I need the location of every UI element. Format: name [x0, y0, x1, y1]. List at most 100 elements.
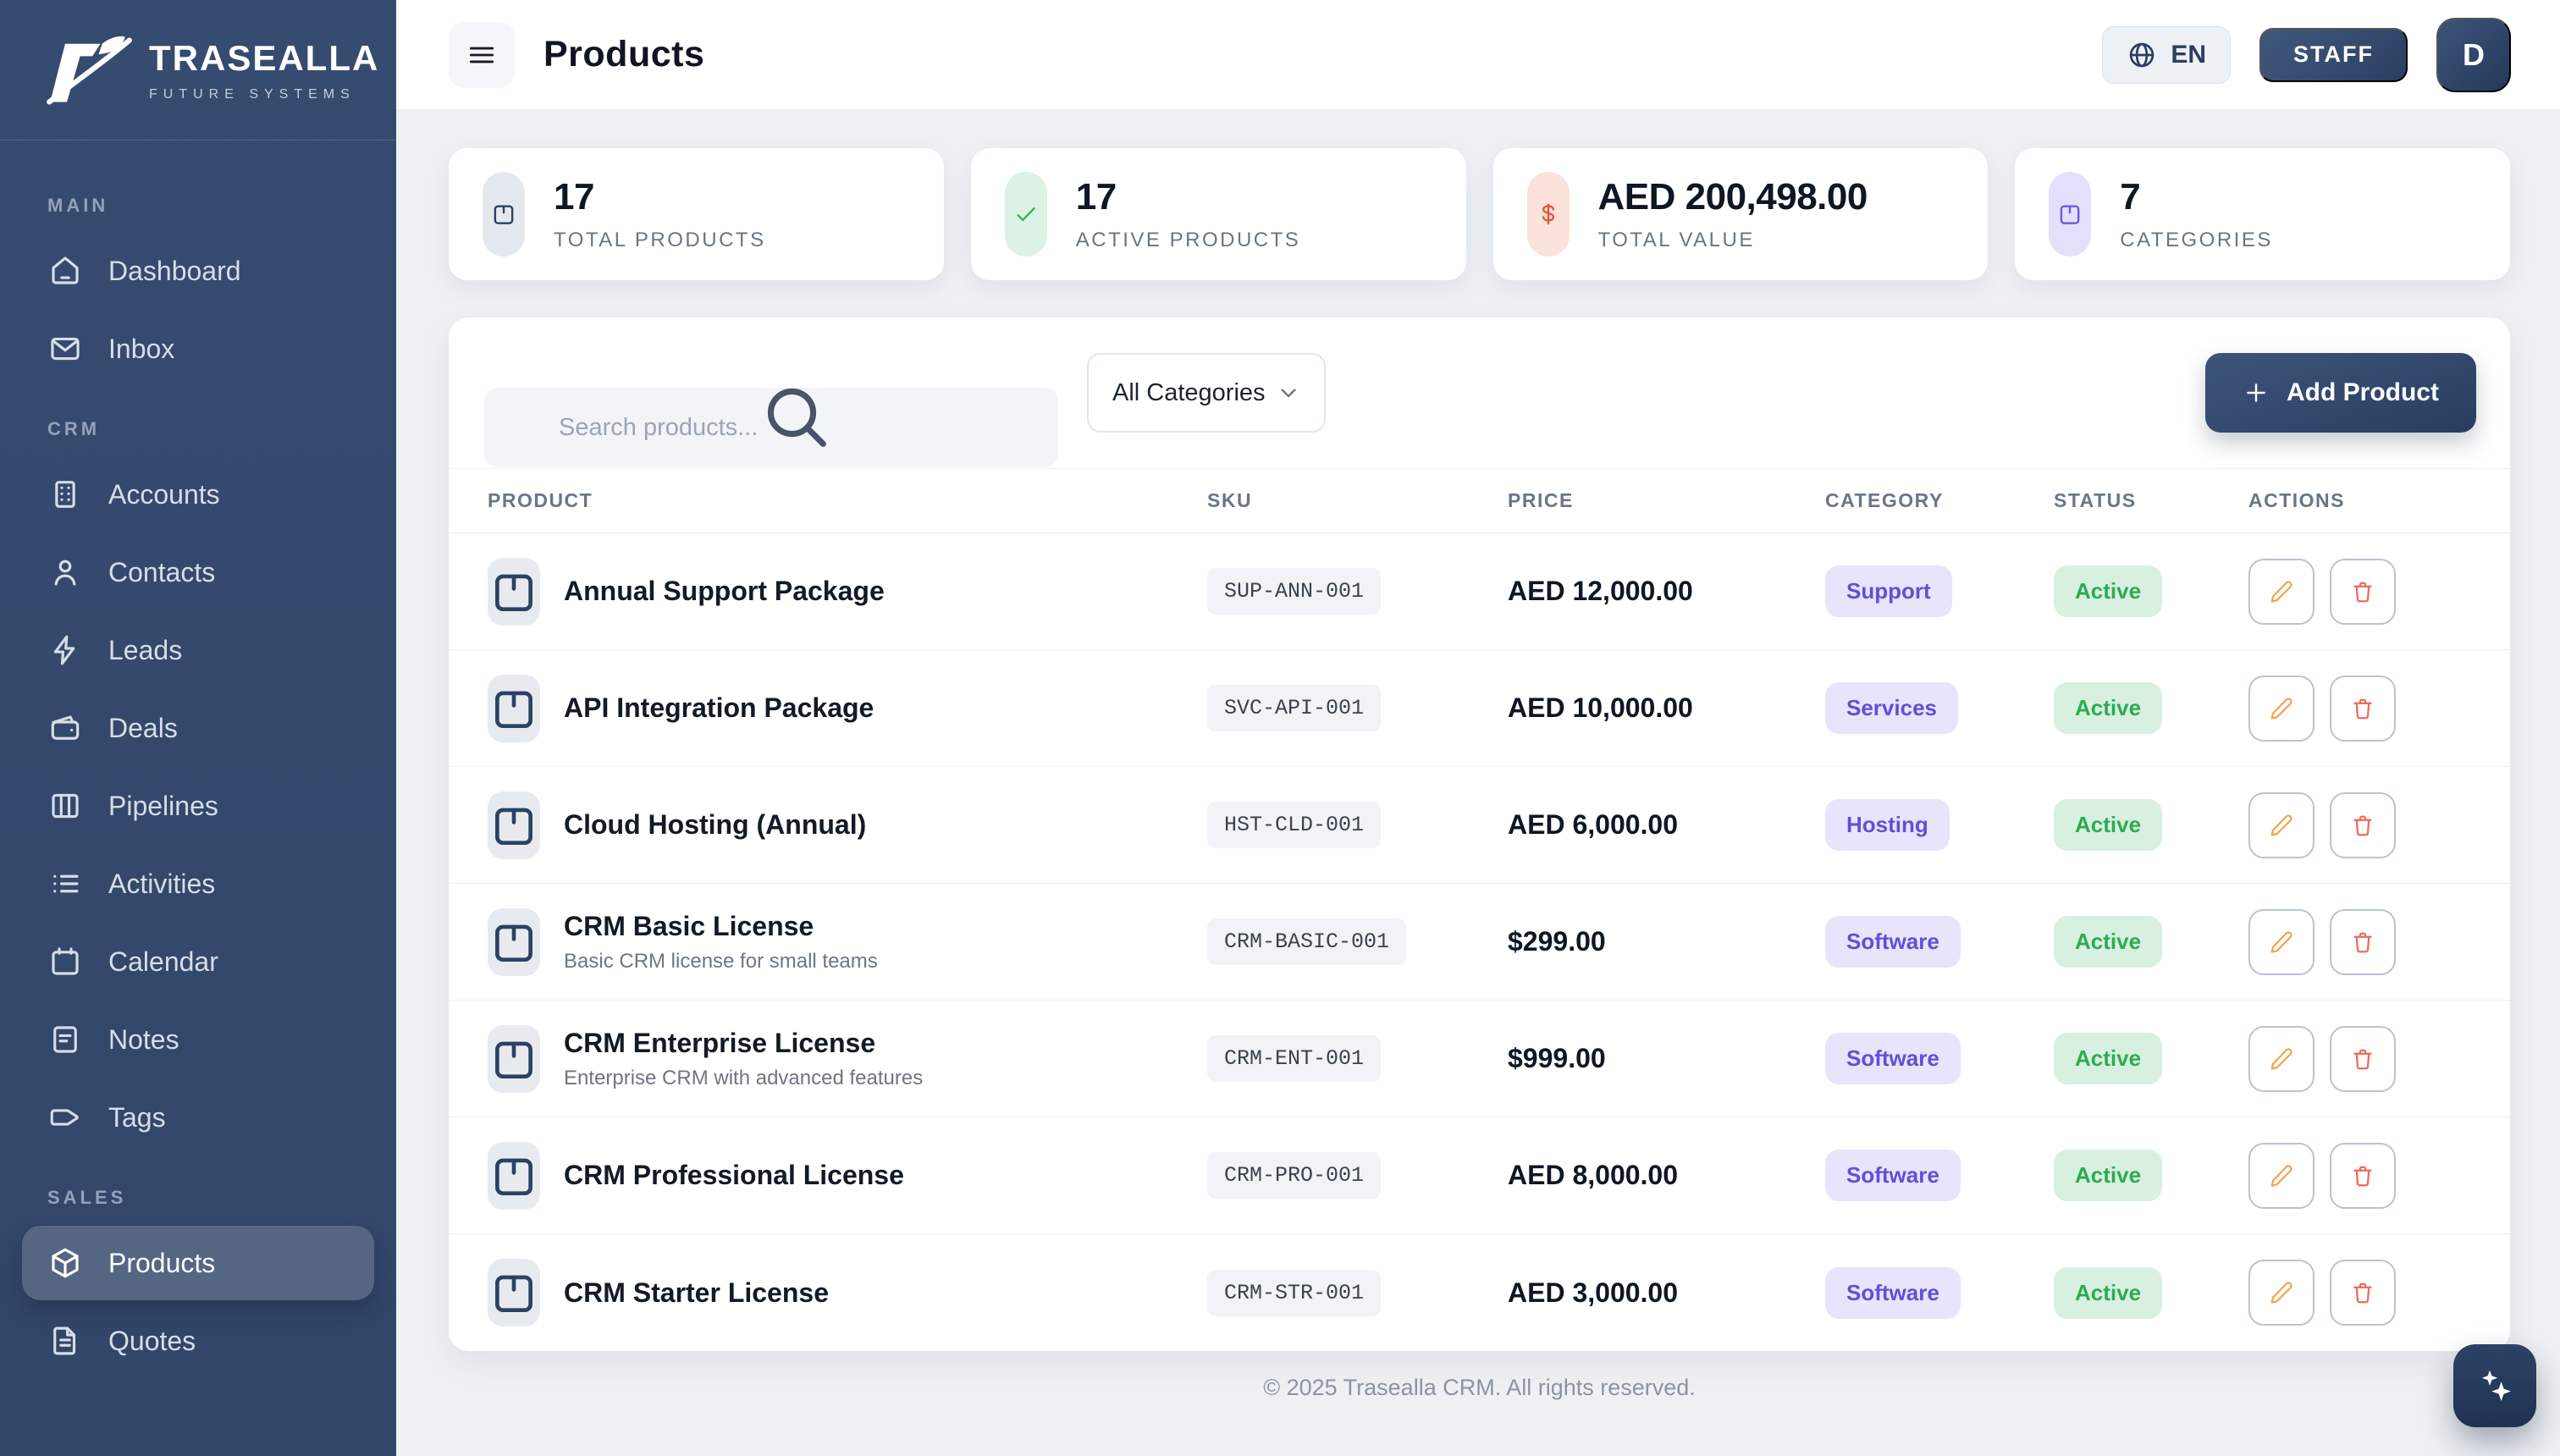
- user-icon: [47, 554, 83, 590]
- product-name: Cloud Hosting (Annual): [564, 809, 866, 841]
- package-icon: [488, 675, 540, 742]
- edit-button[interactable]: [2248, 1026, 2314, 1092]
- brand-logo: TRASEALLA FUTURE SYSTEMS: [0, 0, 396, 141]
- page-content: 17 TOTAL PRODUCTS 17 ACTIVE PRODUCTS AED…: [396, 110, 2560, 1456]
- product-name: CRM Basic License: [564, 911, 878, 942]
- stat-value: 17: [554, 176, 766, 218]
- status-badge: Active: [2054, 1150, 2162, 1201]
- sidebar-nav: MAIN Dashboard InboxCRM Accounts Contact…: [0, 141, 396, 1456]
- edit-button[interactable]: [2248, 1143, 2314, 1209]
- row-actions: [2248, 676, 2476, 742]
- product-cell: CRM Basic License Basic CRM license for …: [488, 908, 1207, 976]
- column-header-category: CATEGORY: [1825, 489, 2054, 512]
- status-badge: Active: [2054, 565, 2162, 617]
- product-price: AED 8,000.00: [1508, 1160, 1825, 1191]
- main-area: Products EN STAFF D 17 TOTAL PRODUCTS 17…: [396, 0, 2560, 1456]
- sidebar-item-pipelines[interactable]: Pipelines: [22, 769, 374, 843]
- sidebar-item-label: Calendar: [108, 946, 218, 978]
- products-panel: All Categories Add Product PRODUCTSKUPRI…: [449, 317, 2510, 1351]
- delete-button[interactable]: [2330, 559, 2396, 625]
- status-badge: Active: [2054, 916, 2162, 968]
- menu-icon: [466, 39, 498, 71]
- wallet-icon: [47, 710, 83, 746]
- category-chip: Services: [1825, 682, 1958, 734]
- sidebar-item-tags[interactable]: Tags: [22, 1080, 374, 1155]
- package-icon: [488, 1025, 540, 1093]
- category-chip: Software: [1825, 1267, 1961, 1319]
- sidebar-item-products[interactable]: Products: [22, 1226, 374, 1300]
- product-name: Annual Support Package: [564, 576, 885, 607]
- sidebar-item-notes[interactable]: Notes: [22, 1002, 374, 1077]
- edit-button[interactable]: [2248, 909, 2314, 975]
- sidebar-item-label: Activities: [108, 869, 215, 900]
- delete-button[interactable]: [2330, 1143, 2396, 1209]
- edit-button[interactable]: [2248, 792, 2314, 858]
- ai-assistant-fab[interactable]: [2453, 1344, 2536, 1427]
- delete-button[interactable]: [2330, 792, 2396, 858]
- globe-icon: [2127, 40, 2157, 70]
- stat-label: ACTIVE PRODUCTS: [1076, 229, 1301, 252]
- category-filter[interactable]: All Categories: [1087, 353, 1326, 433]
- column-header-actions: ACTIONS: [2248, 489, 2476, 512]
- language-button[interactable]: EN: [2102, 26, 2231, 84]
- sidebar-item-accounts[interactable]: Accounts: [22, 457, 374, 532]
- status-badge: Active: [2054, 799, 2162, 851]
- edit-button[interactable]: [2248, 1260, 2314, 1326]
- sidebar-item-activities[interactable]: Activities: [22, 847, 374, 921]
- table-row: Cloud Hosting (Annual) HST-CLD-001 AED 6…: [449, 767, 2510, 884]
- product-cell: Annual Support Package: [488, 558, 1207, 626]
- product-name: CRM Starter License: [564, 1277, 829, 1309]
- sidebar-item-label: Quotes: [108, 1326, 196, 1357]
- brand-logo-icon: [44, 26, 132, 114]
- edit-button[interactable]: [2248, 559, 2314, 625]
- sidebar-item-label: Contacts: [108, 557, 215, 588]
- list-icon: [47, 866, 83, 902]
- sidebar-item-calendar[interactable]: Calendar: [22, 924, 374, 999]
- sidebar-item-label: Notes: [108, 1024, 179, 1056]
- user-avatar[interactable]: D: [2436, 18, 2511, 92]
- delete-button[interactable]: [2330, 1026, 2396, 1092]
- product-name: API Integration Package: [564, 692, 874, 724]
- sidebar-item-dashboard[interactable]: Dashboard: [22, 234, 374, 308]
- sku-chip: HST-CLD-001: [1207, 802, 1381, 848]
- delete-button[interactable]: [2330, 1260, 2396, 1326]
- table-row: CRM Basic License Basic CRM license for …: [449, 884, 2510, 1001]
- product-price: AED 6,000.00: [1508, 809, 1825, 841]
- sidebar-item-contacts[interactable]: Contacts: [22, 535, 374, 609]
- delete-button[interactable]: [2330, 909, 2396, 975]
- role-badge[interactable]: STAFF: [2259, 28, 2408, 82]
- check-icon: [1005, 172, 1047, 256]
- plus-icon: [2243, 379, 2270, 406]
- sidebar-item-deals[interactable]: Deals: [22, 691, 374, 765]
- footer-copyright: © 2025 Trasealla CRM. All rights reserve…: [449, 1351, 2510, 1431]
- stat-value: AED 200,498.00: [1598, 176, 1868, 218]
- table-row: CRM Enterprise License Enterprise CRM wi…: [449, 1001, 2510, 1117]
- sku-chip: CRM-ENT-001: [1207, 1035, 1381, 1082]
- product-cell: CRM Starter License: [488, 1259, 1207, 1326]
- product-cell: CRM Professional License: [488, 1142, 1207, 1210]
- stat-card: 17 ACTIVE PRODUCTS: [971, 148, 1466, 280]
- stat-label: TOTAL PRODUCTS: [554, 229, 766, 252]
- sidebar-item-quotes[interactable]: Quotes: [22, 1304, 374, 1378]
- sidebar-item-inbox[interactable]: Inbox: [22, 312, 374, 386]
- menu-button[interactable]: [449, 22, 515, 88]
- stat-label: TOTAL VALUE: [1598, 229, 1868, 252]
- sidebar-item-label: Tags: [108, 1102, 166, 1133]
- search-box: [484, 353, 1058, 433]
- stats-row: 17 TOTAL PRODUCTS 17 ACTIVE PRODUCTS AED…: [449, 148, 2510, 280]
- edit-button[interactable]: [2248, 676, 2314, 742]
- sku-chip: CRM-BASIC-001: [1207, 918, 1406, 965]
- delete-button[interactable]: [2330, 676, 2396, 742]
- product-price: AED 12,000.00: [1508, 576, 1825, 607]
- package-icon: [488, 1142, 540, 1210]
- sku-chip: SVC-API-001: [1207, 685, 1381, 731]
- row-actions: [2248, 1026, 2476, 1092]
- sidebar-item-label: Deals: [108, 713, 178, 744]
- stat-value: 7: [2120, 176, 2273, 218]
- sparkles-icon: [2474, 1365, 2515, 1406]
- stat-value: 17: [1076, 176, 1301, 218]
- product-price: $299.00: [1508, 926, 1825, 957]
- add-product-button[interactable]: Add Product: [2205, 353, 2476, 433]
- sidebar-item-leads[interactable]: Leads: [22, 613, 374, 687]
- nav-section-label: MAIN: [47, 195, 374, 217]
